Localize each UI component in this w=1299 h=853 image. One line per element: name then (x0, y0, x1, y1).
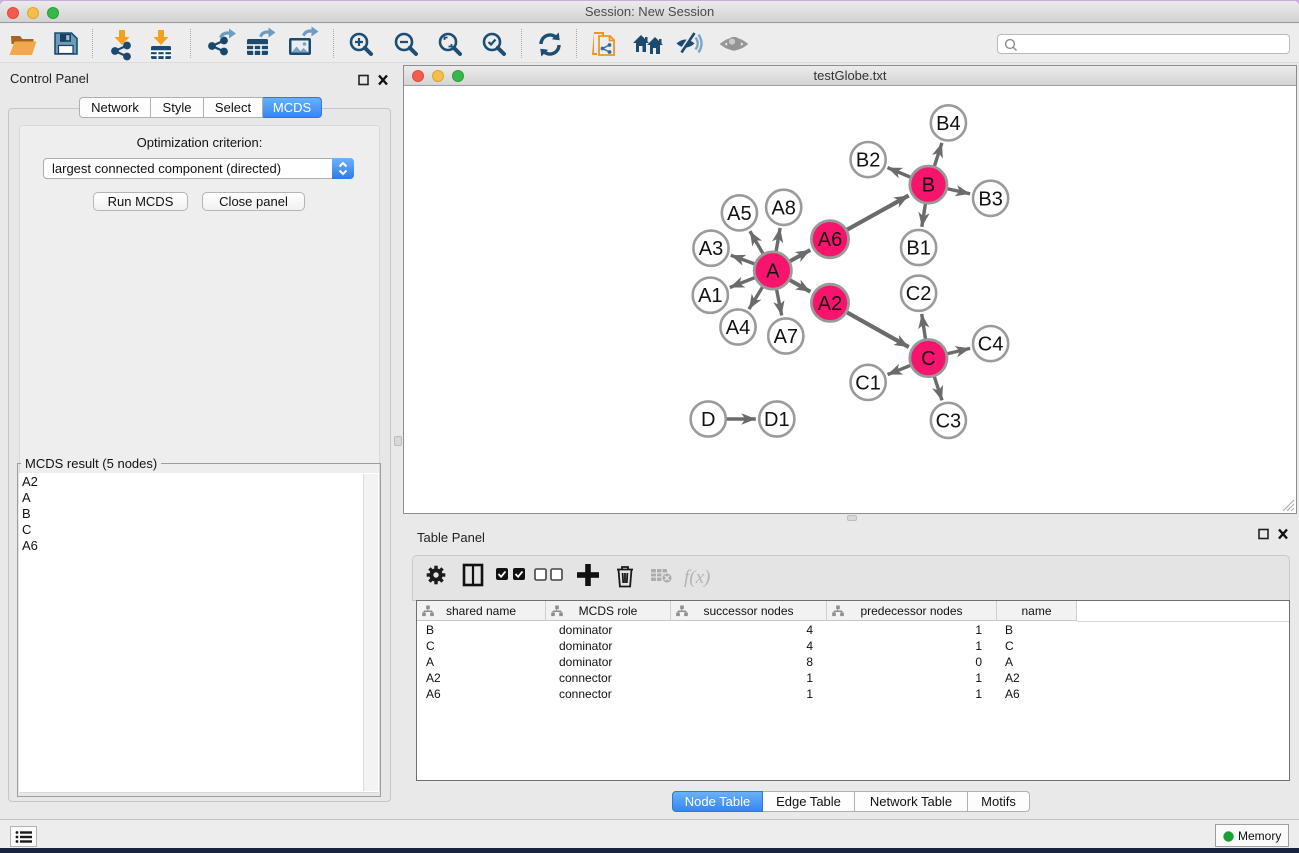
svg-text:D1: D1 (764, 409, 790, 431)
svg-text:D: D (701, 409, 715, 431)
svg-text:C: C (921, 348, 935, 370)
svg-text:A6: A6 (818, 229, 842, 251)
svg-text:A: A (766, 261, 780, 283)
svg-text:A5: A5 (727, 203, 751, 225)
svg-text:A7: A7 (774, 326, 798, 348)
svg-text:B2: B2 (856, 150, 880, 172)
svg-text:B3: B3 (978, 188, 1002, 210)
svg-text:B4: B4 (936, 113, 960, 135)
svg-text:A8: A8 (771, 197, 795, 219)
svg-text:A1: A1 (698, 285, 722, 307)
svg-text:C4: C4 (978, 334, 1004, 356)
svg-text:A2: A2 (818, 293, 842, 315)
svg-text:f(x): f(x) (684, 567, 710, 588)
svg-text:C2: C2 (906, 283, 932, 305)
svg-text:C1: C1 (855, 372, 881, 394)
svg-text:A3: A3 (699, 238, 723, 260)
svg-text:C3: C3 (936, 410, 962, 432)
svg-text:B: B (922, 175, 935, 197)
svg-text:A4: A4 (726, 317, 750, 339)
svg-text:B1: B1 (906, 238, 930, 260)
